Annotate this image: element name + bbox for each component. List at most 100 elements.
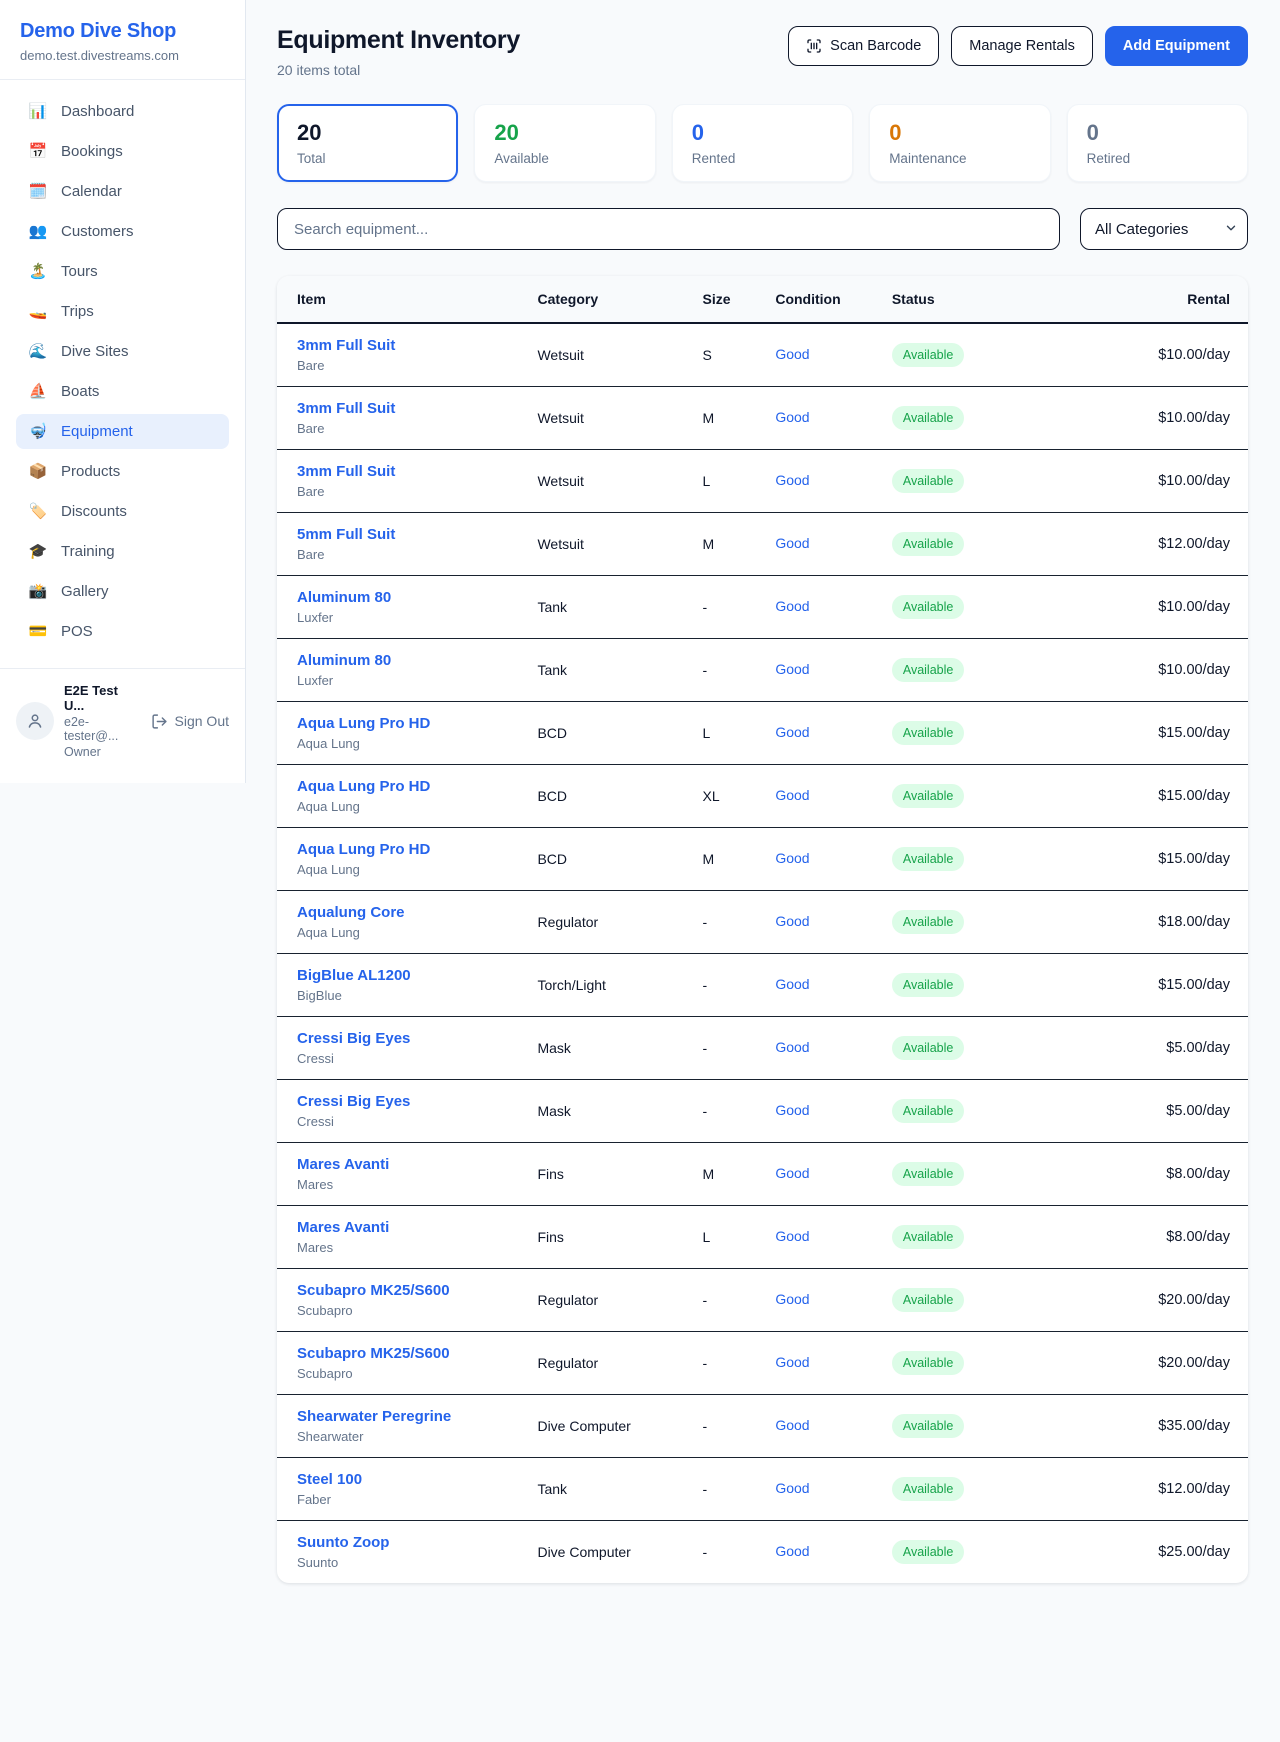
condition-link[interactable]: Good [775, 1102, 809, 1118]
sidebar-item-training[interactable]: 🎓 Training [16, 534, 229, 569]
cell-status: Available [884, 1395, 1093, 1458]
cell-item: Aqualung Core Aqua Lung [277, 891, 529, 954]
sidebar-item-equipment[interactable]: 🤿 Equipment [16, 414, 229, 449]
condition-link[interactable]: Good [775, 661, 809, 677]
cell-status: Available [884, 1269, 1093, 1332]
cell-rental: $20.00/day [1093, 1269, 1248, 1332]
sidebar-item-dashboard[interactable]: 📊 Dashboard [16, 94, 229, 129]
item-name-link[interactable]: Mares Avanti [297, 1156, 521, 1173]
table-row: Cressi Big Eyes Cressi Mask - Good Avail… [277, 1080, 1248, 1143]
condition-link[interactable]: Good [775, 1417, 809, 1433]
stat-card-total[interactable]: 20 Total [277, 104, 458, 182]
condition-link[interactable]: Good [775, 787, 809, 803]
stat-card-maintenance[interactable]: 0 Maintenance [869, 104, 1050, 182]
item-name-link[interactable]: Aluminum 80 [297, 589, 521, 606]
item-name-link[interactable]: 3mm Full Suit [297, 400, 521, 417]
stat-card-rented[interactable]: 0 Rented [672, 104, 853, 182]
add-equipment-button[interactable]: Add Equipment [1105, 26, 1248, 66]
item-name-link[interactable]: Aqua Lung Pro HD [297, 715, 521, 732]
cell-status: Available [884, 639, 1093, 702]
item-name-link[interactable]: Aqua Lung Pro HD [297, 841, 521, 858]
condition-link[interactable]: Good [775, 1354, 809, 1370]
sidebar-item-products[interactable]: 📦 Products [16, 454, 229, 489]
item-brand: Luxfer [297, 610, 521, 625]
item-name-link[interactable]: BigBlue AL1200 [297, 967, 521, 984]
cell-condition: Good [767, 1521, 884, 1584]
cell-condition: Good [767, 513, 884, 576]
category-select[interactable]: All Categories [1080, 208, 1248, 250]
condition-link[interactable]: Good [775, 346, 809, 362]
table-row: 3mm Full Suit Bare Wetsuit L Good Availa… [277, 450, 1248, 513]
search-input[interactable] [277, 208, 1060, 250]
cell-category: Dive Computer [529, 1521, 694, 1584]
cell-condition: Good [767, 1395, 884, 1458]
table-header: ItemCategorySizeConditionStatusRental [277, 276, 1248, 323]
item-name-link[interactable]: Aqualung Core [297, 904, 521, 921]
condition-link[interactable]: Good [775, 1039, 809, 1055]
item-name-link[interactable]: Aluminum 80 [297, 652, 521, 669]
condition-link[interactable]: Good [775, 913, 809, 929]
condition-link[interactable]: Good [775, 409, 809, 425]
stat-label: Rented [692, 151, 833, 166]
condition-link[interactable]: Good [775, 724, 809, 740]
column-header-item: Item [277, 276, 529, 323]
cell-status: Available [884, 954, 1093, 1017]
sidebar-item-pos[interactable]: 💳 POS [16, 614, 229, 649]
item-name-link[interactable]: Suunto Zoop [297, 1534, 521, 1551]
item-brand: Bare [297, 547, 521, 562]
cell-rental: $25.00/day [1093, 1521, 1248, 1584]
cell-category: Regulator [529, 1332, 694, 1395]
item-name-link[interactable]: Mares Avanti [297, 1219, 521, 1236]
cell-size: - [695, 639, 768, 702]
item-name-link[interactable]: Shearwater Peregrine [297, 1408, 521, 1425]
sign-out-button[interactable]: Sign Out [151, 713, 229, 730]
cell-rental: $15.00/day [1093, 828, 1248, 891]
condition-link[interactable]: Good [775, 1543, 809, 1559]
item-brand: Aqua Lung [297, 862, 521, 877]
stat-card-retired[interactable]: 0 Retired [1067, 104, 1248, 182]
item-name-link[interactable]: 5mm Full Suit [297, 526, 521, 543]
item-name-link[interactable]: 3mm Full Suit [297, 463, 521, 480]
item-name-link[interactable]: Cressi Big Eyes [297, 1093, 521, 1110]
item-name-link[interactable]: Steel 100 [297, 1471, 521, 1488]
condition-link[interactable]: Good [775, 598, 809, 614]
sidebar-item-customers[interactable]: 👥 Customers [16, 214, 229, 249]
cell-size: M [695, 828, 768, 891]
item-name-link[interactable]: Scubapro MK25/S600 [297, 1345, 521, 1362]
sidebar-item-calendar[interactable]: 🗓️ Calendar [16, 174, 229, 209]
condition-link[interactable]: Good [775, 850, 809, 866]
table-row: Scubapro MK25/S600 Scubapro Regulator - … [277, 1332, 1248, 1395]
condition-link[interactable]: Good [775, 1165, 809, 1181]
condition-link[interactable]: Good [775, 535, 809, 551]
sidebar-item-trips[interactable]: 🚤 Trips [16, 294, 229, 329]
condition-link[interactable]: Good [775, 976, 809, 992]
sidebar-item-tours[interactable]: 🏝️ Tours [16, 254, 229, 289]
item-name-link[interactable]: Scubapro MK25/S600 [297, 1282, 521, 1299]
condition-link[interactable]: Good [775, 472, 809, 488]
stat-card-available[interactable]: 20 Available [474, 104, 655, 182]
sidebar-item-dive-sites[interactable]: 🌊 Dive Sites [16, 334, 229, 369]
condition-link[interactable]: Good [775, 1291, 809, 1307]
cell-item: Scubapro MK25/S600 Scubapro [277, 1332, 529, 1395]
sidebar-item-bookings[interactable]: 📅 Bookings [16, 134, 229, 169]
cell-condition: Good [767, 639, 884, 702]
item-name-link[interactable]: Aqua Lung Pro HD [297, 778, 521, 795]
cell-size: M [695, 387, 768, 450]
cell-status: Available [884, 1458, 1093, 1521]
cell-item: 3mm Full Suit Bare [277, 323, 529, 387]
cell-item: 3mm Full Suit Bare [277, 387, 529, 450]
sailboat-icon: ⛵ [28, 384, 48, 399]
sidebar-item-gallery[interactable]: 📸 Gallery [16, 574, 229, 609]
sidebar-item-boats[interactable]: ⛵ Boats [16, 374, 229, 409]
condition-link[interactable]: Good [775, 1480, 809, 1496]
item-name-link[interactable]: Cressi Big Eyes [297, 1030, 521, 1047]
sidebar-item-discounts[interactable]: 🏷️ Discounts [16, 494, 229, 529]
manage-rentals-button[interactable]: Manage Rentals [951, 26, 1093, 66]
cell-item: Mares Avanti Mares [277, 1206, 529, 1269]
status-badge: Available [892, 721, 965, 745]
condition-link[interactable]: Good [775, 1228, 809, 1244]
scan-barcode-button[interactable]: Scan Barcode [788, 26, 939, 66]
cell-size: - [695, 1332, 768, 1395]
brand-name[interactable]: Demo Dive Shop [20, 20, 225, 43]
item-name-link[interactable]: 3mm Full Suit [297, 337, 521, 354]
